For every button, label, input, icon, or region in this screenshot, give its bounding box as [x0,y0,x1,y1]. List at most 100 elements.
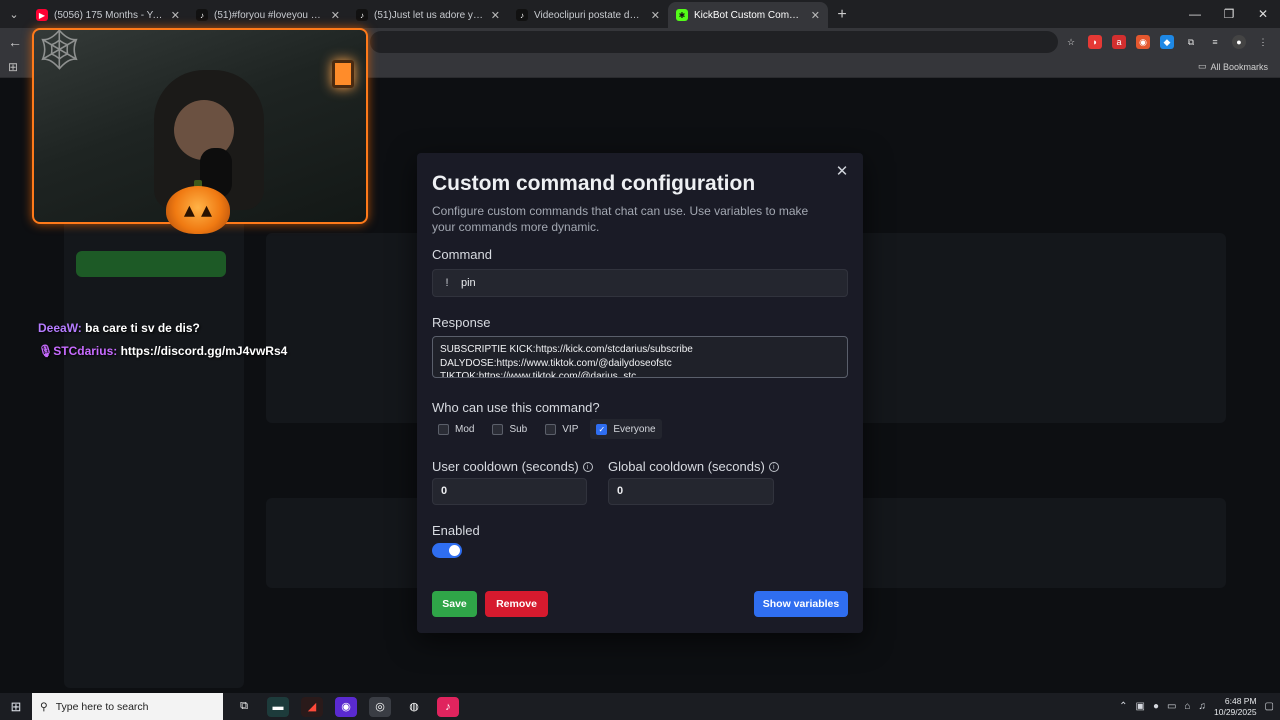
url-field[interactable] [370,31,1058,53]
folder-icon: ▭ [1197,61,1207,71]
extension-orange-icon[interactable]: ◉ [1136,35,1150,49]
checkbox[interactable] [438,423,449,435]
permissions-label: Who can use this command? [432,400,600,415]
windows-start-icon[interactable]: ⊞ [0,699,32,715]
adblock-icon[interactable]: a [1112,35,1126,49]
taskbar-clock[interactable]: 6:48 PM 10/29/2025 [1214,696,1257,718]
browser-tab[interactable]: ♪ (51)Just let us adore you 🥹💙 ✕ [348,2,508,28]
youtube-icon: ▶ [36,9,48,21]
clock-time: 6:48 PM [1224,695,1257,706]
permission-sub[interactable]: Sub [486,419,533,439]
show-variables-button[interactable]: Show variables [754,591,848,617]
permission-everyone[interactable]: ✓ Everyone [590,419,662,439]
checkbox-checked[interactable]: ✓ [596,423,608,435]
browser-tab[interactable]: ▶ (5056) 175 Months - YouTube ✕ [28,2,188,28]
save-button[interactable]: Save [432,591,477,617]
profile-avatar-icon[interactable]: ● [1232,35,1246,49]
device-icon[interactable]: ▣ [1136,701,1145,712]
all-bookmarks-button[interactable]: ▭ All Bookmarks [1198,61,1280,72]
permission-label: VIP [562,423,579,435]
puzzle-extensions-icon[interactable]: ⧉ [1184,35,1198,49]
browser-tab-bar: ⌄ ▶ (5056) 175 Months - YouTube ✕ ♪ (51)… [0,0,1280,28]
global-cooldown-label: Global cooldown (seconds) i [608,459,779,474]
info-icon[interactable]: i [768,461,779,472]
search-icon: ⚲ [40,700,48,713]
close-icon[interactable]: ✕ [833,163,851,181]
browser-tab-active[interactable]: ✱ KickBot Custom Commands ✕ [668,2,828,28]
window-controls: — ❐ ✕ [1178,0,1280,28]
tab-title: (51)#foryou #loveyou #foryoup [214,9,325,21]
browser-tab[interactable]: ♪ Videoclipuri postate de Vinosch ✕ [508,2,668,28]
permission-label: Sub [509,423,528,435]
new-tab-button[interactable]: + [828,2,856,28]
back-arrow-icon[interactable]: ← [0,34,30,50]
restore-icon[interactable]: ❐ [1212,0,1246,28]
task-view-icon[interactable]: ⧉ [233,697,255,717]
user-cooldown-label: User cooldown (seconds) i [432,459,593,474]
extension-shield-icon[interactable]: ◗ [1088,35,1102,49]
tab-title: Videoclipuri postate de Vinosch [534,9,645,21]
tab-title: (5056) 175 Months - YouTube [54,9,165,21]
permissions-group: Mod Sub VIP ✓ Everyone [432,419,662,439]
network-icon[interactable]: ⌂ [1184,701,1190,712]
close-tab-icon[interactable]: ✕ [651,9,660,22]
obs-icon[interactable]: ◍ [403,697,425,717]
command-label: Command [432,247,492,262]
clock-date: 10/29/2025 [1214,706,1257,717]
chat-text: https://discord.gg/mJ4vwRs4 [120,344,288,358]
star-icon[interactable]: ☆ [1064,35,1078,49]
permission-vip[interactable]: VIP [539,419,584,439]
toolbar-icons: ☆ ◗ a ◉ ◆ ⧉ ≡ ● ⋮ [1064,35,1280,49]
discord-icon[interactable]: ◉ [335,696,357,717]
close-window-icon[interactable]: ✕ [1246,0,1280,28]
user-cooldown-text: User cooldown (seconds) [432,459,579,474]
kickbot-icon: ✱ [676,9,688,21]
browser-tab[interactable]: ♪ (51)#foryou #loveyou #foryoup ✕ [188,2,348,28]
user-cooldown-input[interactable]: 0 [432,478,587,505]
close-tab-icon[interactable]: ✕ [491,9,500,22]
app-red-icon[interactable]: ◢ [301,696,323,717]
taskbar-search[interactable]: ⚲ Type here to search [32,693,223,720]
dimmed-red-notice [862,480,1222,488]
lantern-decoration [332,60,354,88]
kebab-menu-icon[interactable]: ⋮ [1256,35,1270,49]
dimmed-green-button [76,251,226,277]
permission-mod[interactable]: Mod [432,419,480,439]
remove-button[interactable]: Remove [485,591,548,617]
volume-icon[interactable]: ♫ [1199,701,1207,712]
terminal-app-icon[interactable]: ▬ [267,696,289,717]
info-icon[interactable]: i [582,461,593,472]
checkbox[interactable] [492,423,504,435]
search-placeholder: Type here to search [55,700,149,713]
minimize-icon[interactable]: — [1178,0,1212,28]
chrome-icon[interactable]: ◎ [369,696,391,717]
apps-grid-icon[interactable]: ⊞ [0,60,26,74]
spiderweb-decoration: 🕸 [34,28,85,72]
permission-label: Mod [455,423,475,435]
tiktok-app-icon[interactable]: ♪ [437,696,459,717]
monitor-icon[interactable]: ▭ [1167,701,1176,712]
close-tab-icon[interactable]: ✕ [331,9,340,22]
chat-username: DeeaW: [38,321,82,335]
media-controls-icon[interactable]: ≡ [1208,35,1222,49]
global-cooldown-text: Global cooldown (seconds) [608,459,765,474]
chevron-up-icon[interactable]: ⌃ [1119,701,1127,712]
extension-blue-icon[interactable]: ◆ [1160,35,1174,49]
enabled-toggle[interactable] [432,543,462,558]
command-input[interactable]: ! pin [432,269,848,297]
close-tab-icon[interactable]: ✕ [171,9,180,22]
mic-icon[interactable]: ● [1153,701,1159,712]
close-tab-icon[interactable]: ✕ [811,9,820,22]
tiktok-icon: ♪ [356,9,368,21]
pumpkin-decoration: ▴ ▴ [166,186,230,234]
response-label: Response [432,315,491,330]
tab-title: KickBot Custom Commands [694,9,805,21]
tab-search-menu-icon[interactable]: ⌄ [0,0,28,28]
response-textarea[interactable]: SUBSCRIPTIE KICK:https://kick.com/stcdar… [432,336,848,378]
all-bookmarks-label: All Bookmarks [1210,61,1268,72]
notifications-icon[interactable]: ▢ [1265,701,1274,712]
checkbox[interactable] [545,423,557,435]
global-cooldown-input[interactable]: 0 [608,478,774,505]
taskbar-apps: ⧉ ▬ ◢ ◉ ◎ ◍ ♪ [233,696,459,717]
chat-username: 🎙STCdarius: [38,344,118,358]
